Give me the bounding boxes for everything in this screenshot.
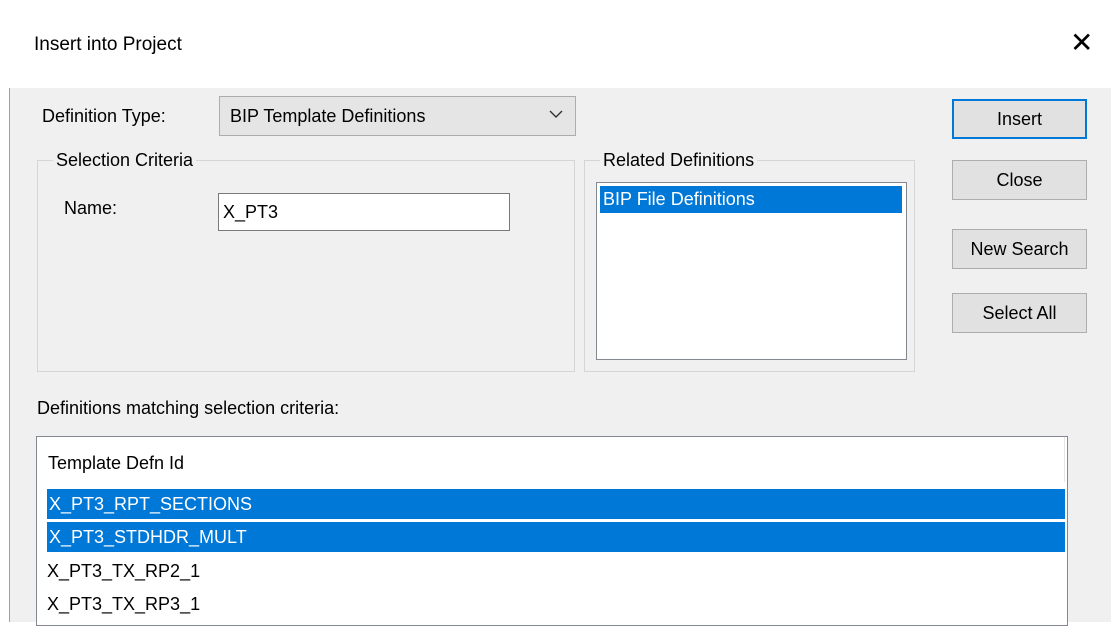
column-divider bbox=[1064, 437, 1065, 482]
background-window-edge bbox=[0, 0, 10, 622]
definition-type-value: BIP Template Definitions bbox=[230, 106, 426, 126]
definition-type-label: Definition Type: bbox=[42, 106, 166, 126]
insert-button[interactable]: Insert bbox=[952, 99, 1087, 139]
table-row[interactable]: X_PT3_TX_RP2_1 bbox=[47, 556, 200, 586]
table-row[interactable]: X_PT3_TX_RP3_1 bbox=[47, 589, 200, 619]
name-field-value: X_PT3 bbox=[223, 202, 279, 222]
name-label: Name: bbox=[64, 198, 118, 218]
close-icon[interactable]: ✕ bbox=[1070, 26, 1093, 59]
selection-criteria-title: Selection Criteria bbox=[53, 150, 197, 171]
new-search-button[interactable]: New Search bbox=[952, 229, 1087, 269]
title-bar[interactable]: Insert into Project ✕ bbox=[0, 0, 1111, 88]
related-definitions-title: Related Definitions bbox=[600, 150, 758, 171]
chevron-down-icon bbox=[549, 110, 563, 118]
definition-type-dropdown[interactable]: BIP Template Definitions bbox=[219, 96, 576, 136]
table-row[interactable]: X_PT3_RPT_SECTIONS bbox=[47, 489, 1065, 519]
table-row[interactable]: X_PT3_STDHDR_MULT bbox=[47, 522, 1065, 552]
select-all-button[interactable]: Select All bbox=[952, 293, 1087, 333]
related-definitions-list[interactable]: BIP File Definitions bbox=[596, 182, 907, 360]
related-definitions-item[interactable]: BIP File Definitions bbox=[600, 186, 902, 213]
selection-criteria-group bbox=[37, 160, 575, 372]
results-label: Definitions matching selection criteria: bbox=[37, 398, 340, 418]
dialog-title: Insert into Project bbox=[34, 34, 182, 55]
name-field[interactable]: X_PT3 bbox=[218, 193, 510, 231]
close-button[interactable]: Close bbox=[952, 160, 1087, 200]
results-column-header[interactable]: Template Defn Id bbox=[37, 437, 1066, 482]
template-defn-id-header: Template Defn Id bbox=[48, 453, 185, 473]
